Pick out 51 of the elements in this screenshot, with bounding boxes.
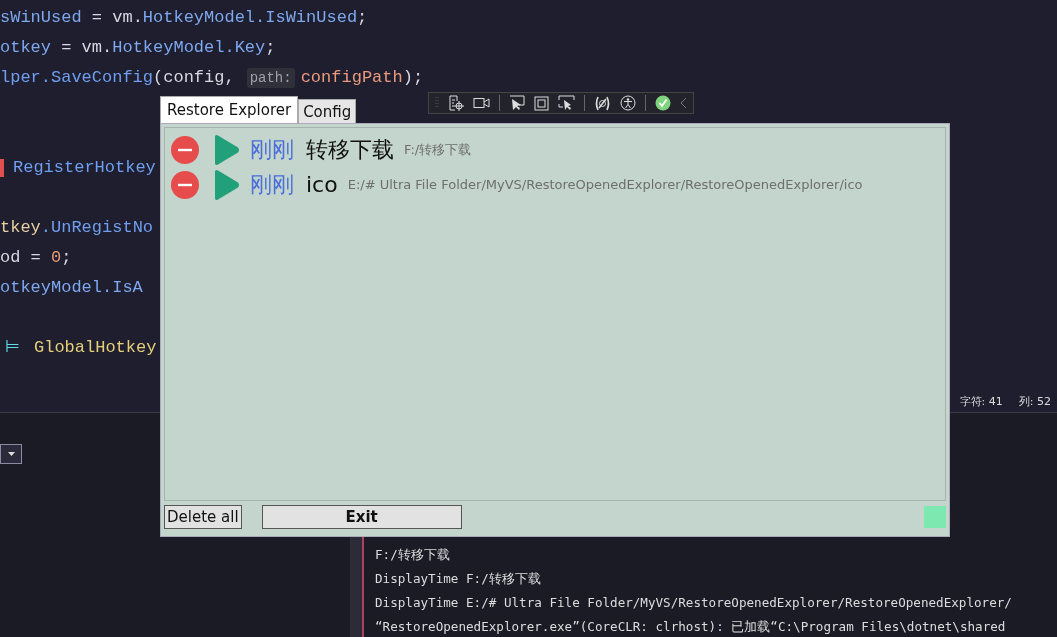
code-token: (config, bbox=[153, 67, 235, 89]
code-token: sWinUsed bbox=[0, 7, 82, 29]
remove-icon[interactable] bbox=[171, 170, 199, 199]
parameter-hint: path: bbox=[246, 68, 295, 88]
status-item: 字符: 41 bbox=[959, 393, 1003, 409]
code-token: RegisterHotkey bbox=[13, 157, 156, 179]
code-token: ; bbox=[357, 7, 368, 29]
code-token: .UnRegistNo bbox=[40, 217, 154, 239]
output-line: F:/转移下载 bbox=[375, 546, 451, 564]
code-token: = vm. bbox=[60, 37, 113, 59]
square-icon[interactable] bbox=[534, 95, 549, 111]
code-token: ); bbox=[402, 67, 424, 89]
folder-path: E:/# Ultra File Folder/MyVS/RestoreOpenedExplorer/RestoreOpenedExplorer/ico bbox=[347, 177, 863, 192]
code-token: tkey bbox=[0, 217, 41, 239]
target-icon[interactable] bbox=[448, 95, 464, 111]
status-item: 列: 52 bbox=[1018, 393, 1051, 409]
tab[interactable]: Config bbox=[298, 99, 357, 123]
code-token: lper.SaveConfig bbox=[0, 67, 154, 89]
code-token: ; bbox=[61, 247, 72, 269]
code-token: 0 bbox=[51, 247, 62, 269]
binding-icon[interactable] bbox=[594, 95, 611, 111]
caret-icon bbox=[7, 452, 15, 456]
collapse-icon[interactable] bbox=[680, 97, 687, 109]
code-token: otkeyModel.IsA bbox=[0, 277, 143, 299]
code-token: otkey bbox=[0, 37, 51, 59]
code-token: od = bbox=[0, 247, 42, 269]
remove-icon[interactable] bbox=[171, 135, 199, 164]
folder-name: 转移下载 bbox=[306, 135, 394, 164]
combo-box[interactable] bbox=[0, 444, 22, 464]
code-token: GlobalHotkey bbox=[34, 337, 157, 359]
code-token: ⊨ bbox=[5, 337, 20, 359]
code-token: ; bbox=[265, 37, 276, 59]
code-token: configPath bbox=[300, 67, 403, 89]
camera-icon[interactable] bbox=[473, 97, 490, 109]
pointer-icon[interactable] bbox=[509, 95, 525, 111]
code-token: HotkeyModel.Key bbox=[112, 37, 266, 59]
time-label: 刚刚 bbox=[250, 170, 294, 199]
exit-button[interactable]: Exit bbox=[261, 505, 462, 529]
output-line: DisplayTime F:/转移下载 bbox=[375, 570, 542, 588]
folder-path: F:/转移下载 bbox=[404, 140, 472, 159]
tab[interactable]: Restore Explorer bbox=[160, 96, 299, 123]
delete-all-button[interactable]: Delete all bbox=[164, 505, 242, 529]
check-icon[interactable] bbox=[655, 95, 671, 111]
code-token: = vm. bbox=[90, 7, 143, 29]
code-token: HotkeyModel.IsWinUsed bbox=[142, 7, 358, 29]
time-label: 刚刚 bbox=[250, 135, 294, 164]
output-line: DisplayTime E:/# Ultra File Folder/MyVS/RestoreOpenedExplorer/RestoreOpenedExplorer/ bbox=[375, 594, 1012, 612]
pointer-frame-icon[interactable] bbox=[558, 95, 575, 111]
accessibility-icon[interactable] bbox=[620, 95, 636, 111]
output-line: “RestoreOpenedExplorer.exe”(CoreCLR: clrhost): 已加载“C:\Program Files\dotnet\shared bbox=[375, 618, 1007, 636]
folder-name: ico bbox=[306, 172, 338, 197]
